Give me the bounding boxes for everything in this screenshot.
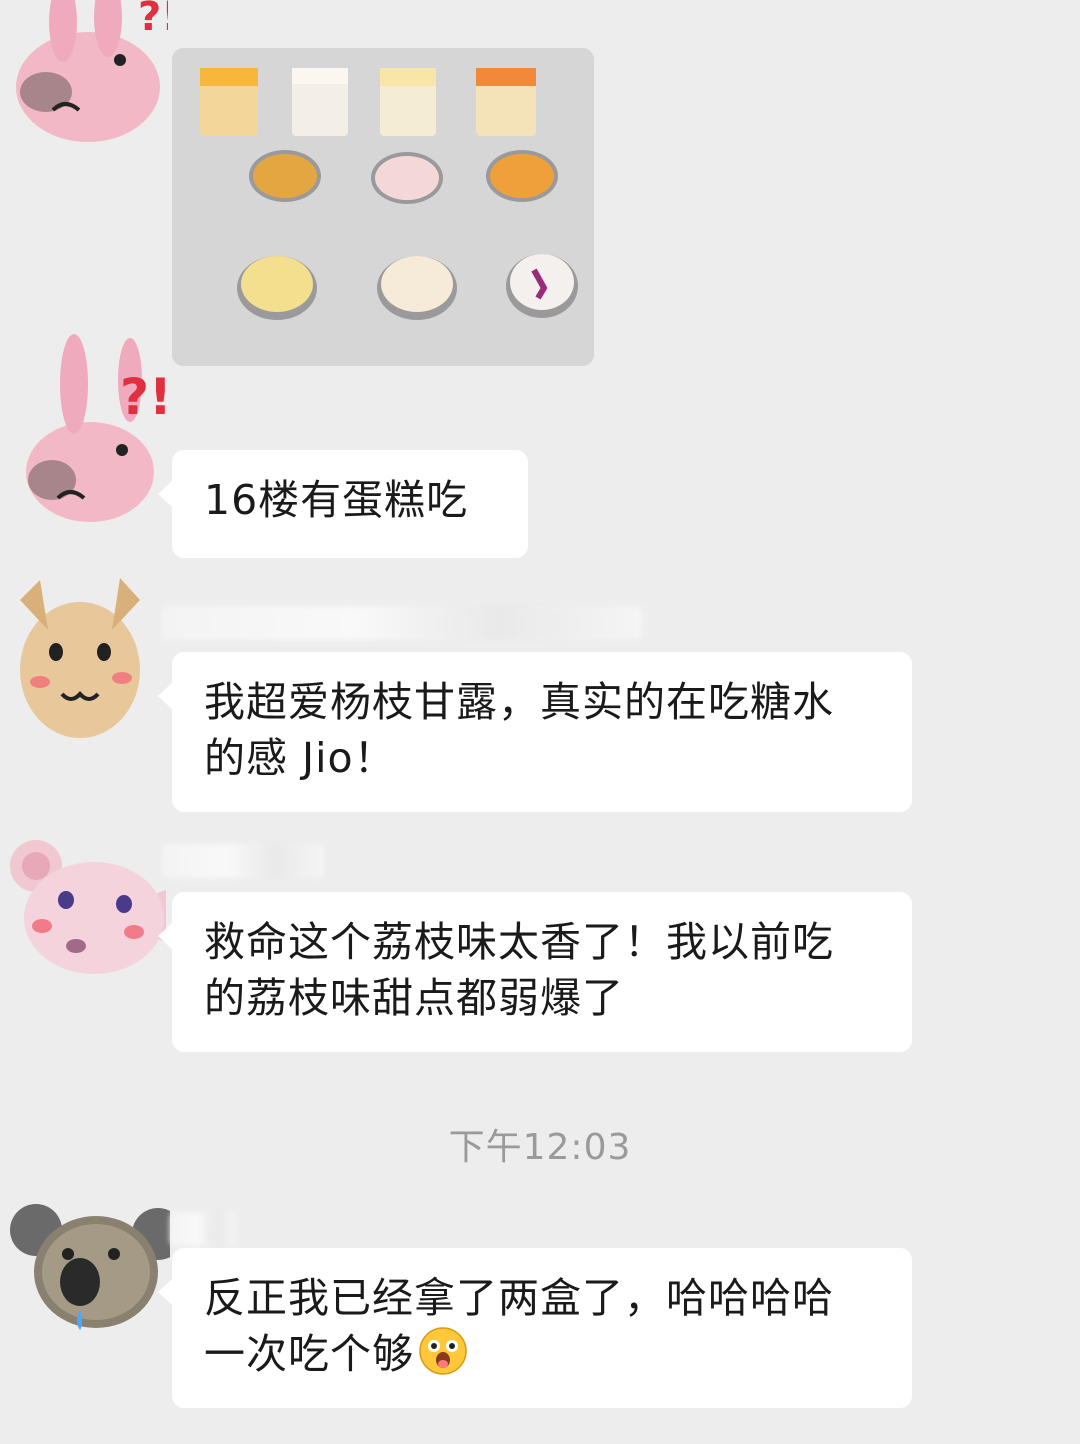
sender-avatar[interactable] [0,560,160,740]
cake-photo-image [172,48,594,366]
message-bubble[interactable]: 反正我已经拿了两盒了，哈哈哈哈 一次吃个够 [158,1248,912,1408]
message-text: 16楼有蛋糕吃 [204,476,469,524]
sender-name-blurred [170,1212,236,1246]
pink-rabbit-icon: ?! [26,334,172,522]
sender-avatar[interactable]: ?! [12,322,172,522]
sender-name-blurred [162,844,324,878]
alpaca-icon [20,578,140,738]
sender-avatar[interactable] [6,836,166,976]
cake-photo-message[interactable] [172,48,594,366]
sender-avatar[interactable]: ?! [8,0,168,142]
message-text: 一次吃个够 [204,1330,414,1378]
drooling-face-emoji-icon [419,1327,467,1375]
message-text: 反正我已经拿了两盒了，哈哈哈哈 [204,1274,834,1322]
message-bubble[interactable]: 16楼有蛋糕吃 [158,450,528,558]
pink-rabbit-icon: ?! [16,0,168,142]
message-bubble[interactable]: 我超爱杨枝甘露，真实的在吃糖水 的感 Jio！ [158,652,912,812]
koala-icon [10,1204,170,1330]
message-text: 救命这个荔枝味太香了！我以前吃 [204,918,834,966]
message-text: 的荔枝味甜点都弱爆了 [204,974,624,1022]
svg-text:?!: ?! [120,368,172,426]
sender-name-blurred [162,606,642,640]
message-bubble[interactable]: 救命这个荔枝味太香了！我以前吃 的荔枝味甜点都弱爆了 [158,892,912,1052]
message-text: 的感 Jio！ [204,734,396,782]
timestamp: 下午12:03 [448,1127,632,1168]
pink-mouse-icon [10,840,166,974]
message-text: 我超爱杨枝甘露，真实的在吃糖水 [204,678,834,726]
svg-text:?!: ?! [138,0,168,40]
sender-avatar[interactable] [10,1200,170,1340]
